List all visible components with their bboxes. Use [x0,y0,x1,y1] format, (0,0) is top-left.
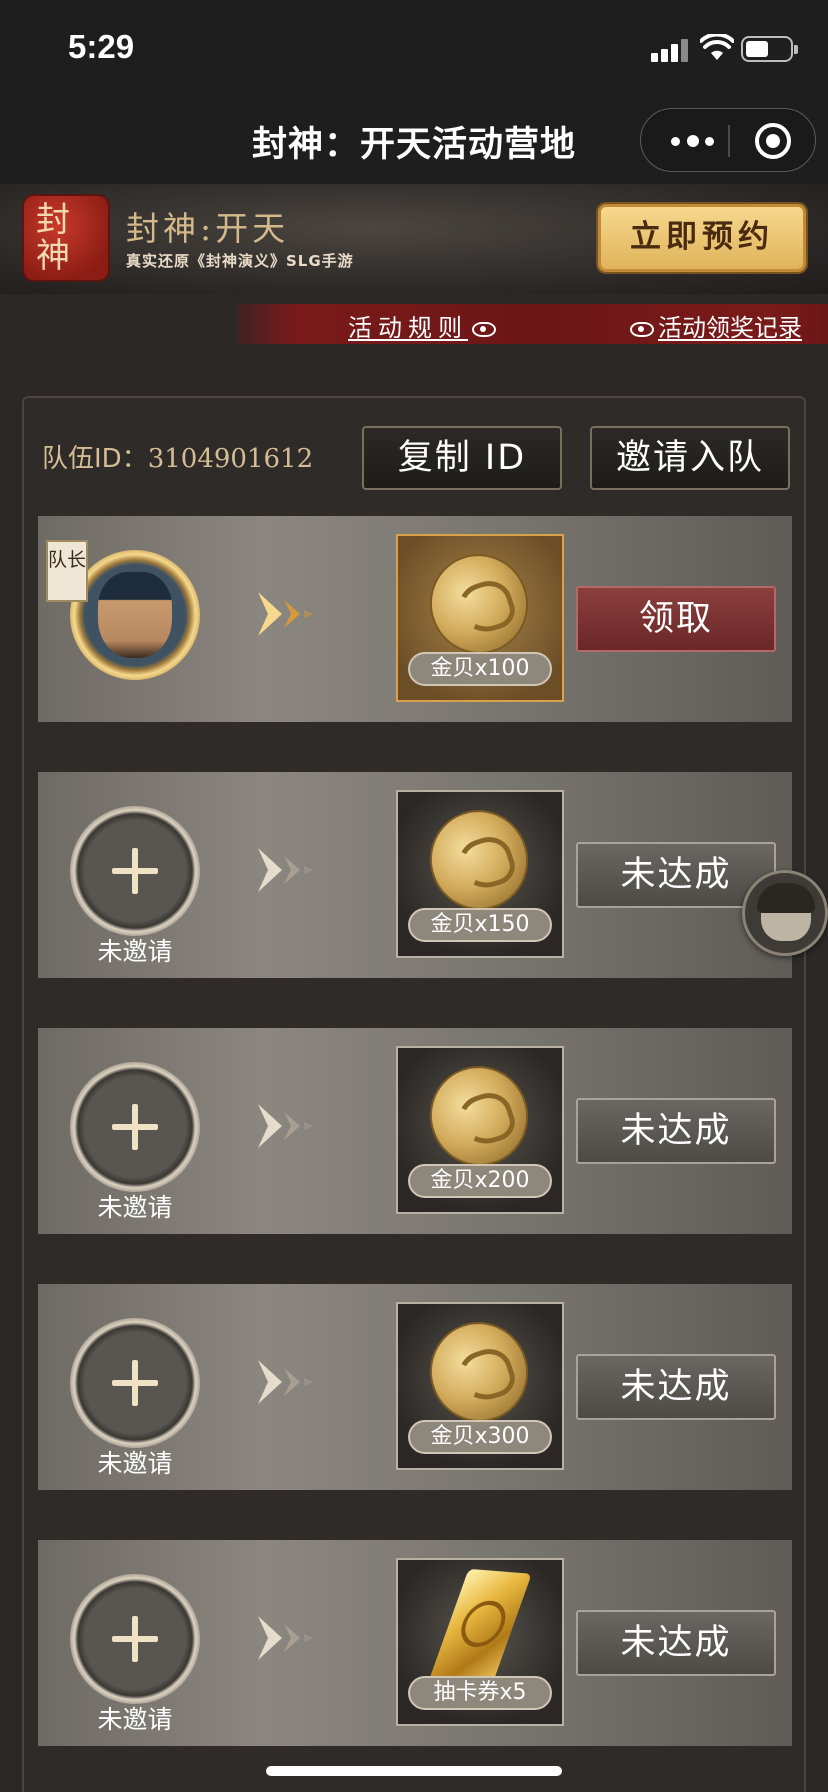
double-chevron-icon [258,592,314,636]
reward-item: 金贝x300 [396,1302,564,1470]
battery-icon [741,36,798,62]
gold-shell-icon [416,541,542,667]
double-chevron-icon [258,1360,314,1404]
gold-shell-icon [416,797,542,923]
status-bar: 5:29 [0,0,828,96]
miniprogram-capsule [640,108,816,172]
double-chevron-icon [258,1104,314,1148]
card-ticket-icon [428,1568,532,1688]
close-miniprogram-icon[interactable] [755,123,791,159]
reward-item: 金贝x200 [396,1046,564,1214]
more-icon[interactable] [671,129,721,153]
not-achieved-button[interactable]: 未达成 [576,1354,776,1420]
slot-status-label: 未邀请 [97,937,173,966]
double-chevron-icon [258,848,314,892]
reward-row: 未邀请 金贝x150 未达成 [38,772,792,978]
reward-row: 未邀请 金贝x200 未达成 [38,1028,792,1234]
nav-bar: 封神：开天活动营地 [0,96,828,184]
not-achieved-button[interactable]: 未达成 [576,1610,776,1676]
eye-icon [630,321,654,337]
reward-row: 未邀请 抽卡券x5 未达成 [38,1540,792,1746]
signal-icon [651,38,691,62]
reward-item: 抽卡券x5 [396,1558,564,1726]
invite-slot[interactable] [70,1574,200,1704]
copy-id-button[interactable]: 复制 ID [362,426,562,490]
reward-quantity: 金贝x150 [408,908,552,942]
wifi-icon [700,34,734,60]
rules-ribbon: 活动规则 活动领奖记录 [238,304,828,344]
plus-icon [112,848,158,894]
reward-quantity: 金贝x200 [408,1164,552,1198]
invite-button[interactable]: 邀请入队 [590,426,790,490]
captain-avatar [70,550,200,680]
assistant-avatar-button[interactable] [742,870,828,956]
slot-status-label: 未邀请 [97,1449,173,1478]
plus-icon [112,1616,158,1662]
eye-icon [472,321,496,337]
home-indicator [266,1766,562,1776]
gold-shell-icon [416,1309,542,1435]
plus-icon [112,1360,158,1406]
reward-item: 金贝x150 [396,790,564,958]
slot-status-label: 未邀请 [97,1193,173,1222]
team-panel: 队伍ID：3104901612 复制 ID 邀请入队 队长金贝x100 领取未邀请… [22,396,806,1792]
reserve-button[interactable]: 立即预约 [598,204,806,272]
avatar [98,572,172,658]
rules-link[interactable]: 活动规则 [348,308,500,343]
game-banner: 封神 封神:开天 真实还原《封神演义》SLG手游 立即预约 [0,184,828,294]
invite-slot[interactable] [70,1062,200,1192]
claim-button[interactable]: 领取 [576,586,776,652]
game-name: 封神:开天 [126,209,290,248]
reward-item: 金贝x100 [396,534,564,702]
captain-badge: 队长 [46,540,88,602]
team-id: 队伍ID：3104901612 [42,444,314,474]
gold-shell-icon [416,1053,542,1179]
reward-quantity: 抽卡券x5 [408,1676,552,1710]
not-achieved-button[interactable]: 未达成 [576,1098,776,1164]
slot-status-label: 未邀请 [97,1705,173,1734]
reward-row: 队长金贝x100 领取 [38,516,792,722]
game-subtitle: 真实还原《封神演义》SLG手游 [126,252,354,270]
game-logo: 封神 [22,194,110,282]
reward-record-link[interactable]: 活动领奖记录 [626,308,802,343]
reward-quantity: 金贝x100 [408,652,552,686]
invite-slot[interactable] [70,1318,200,1448]
invite-slot[interactable] [70,806,200,936]
plus-icon [112,1104,158,1150]
reward-row: 未邀请 金贝x300 未达成 [38,1284,792,1490]
double-chevron-icon [258,1616,314,1660]
status-time: 5:29 [68,28,135,65]
reward-quantity: 金贝x300 [408,1420,552,1454]
